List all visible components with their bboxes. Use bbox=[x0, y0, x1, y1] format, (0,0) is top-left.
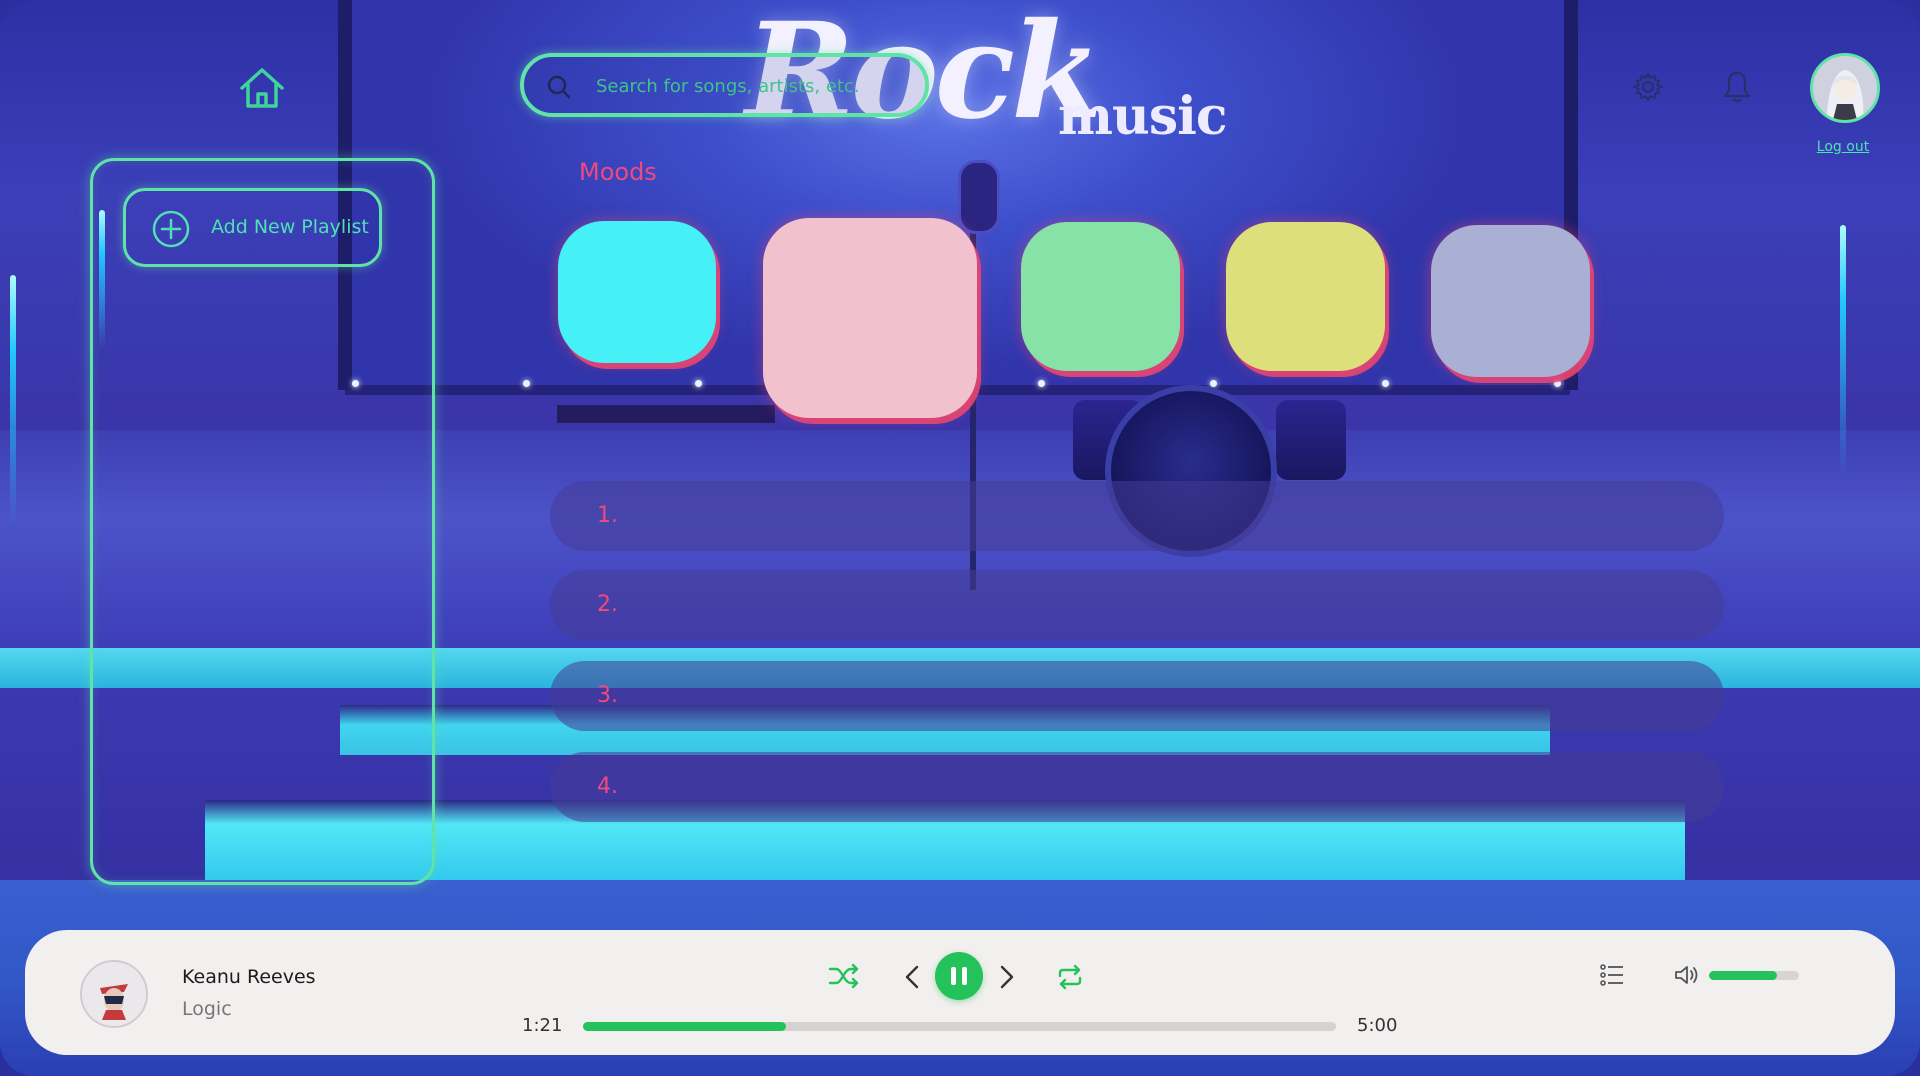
firework-spark bbox=[1840, 225, 1846, 475]
volume-icon[interactable] bbox=[1674, 964, 1700, 986]
stage-light bbox=[1382, 380, 1389, 387]
add-playlist-button[interactable]: Add New Playlist bbox=[123, 188, 382, 267]
list-item-number: 3. bbox=[597, 683, 618, 708]
volume-fill bbox=[1709, 971, 1777, 980]
keyboard-stand bbox=[557, 405, 775, 423]
list-item-number: 4. bbox=[597, 774, 618, 799]
microphone bbox=[958, 160, 1000, 234]
list-item-number: 2. bbox=[597, 592, 618, 617]
drum-tom bbox=[1276, 400, 1346, 480]
list-item[interactable]: 1. bbox=[550, 481, 1724, 551]
list-item[interactable]: 2. bbox=[550, 570, 1724, 640]
progress-bar[interactable] bbox=[583, 1022, 1336, 1031]
elapsed-time: 1:21 bbox=[522, 1015, 563, 1036]
logo-music: music bbox=[1058, 86, 1228, 147]
pause-icon bbox=[962, 967, 967, 985]
now-playing-artist: Keanu Reeves bbox=[182, 966, 316, 988]
home-icon bbox=[240, 68, 284, 108]
mood-tile-pink[interactable] bbox=[763, 218, 977, 418]
repeat-icon[interactable] bbox=[1056, 964, 1084, 990]
stage-light bbox=[1210, 380, 1217, 387]
volume-slider[interactable] bbox=[1709, 971, 1799, 980]
album-cover bbox=[80, 960, 148, 1028]
shuffle-icon[interactable] bbox=[828, 963, 860, 989]
list-item[interactable]: 3. bbox=[550, 661, 1724, 731]
search-bar[interactable] bbox=[520, 53, 929, 117]
user-avatar[interactable] bbox=[1810, 53, 1880, 123]
sidebar-panel bbox=[90, 158, 435, 885]
plus-circle-icon bbox=[152, 210, 190, 248]
firework-spark bbox=[10, 275, 16, 525]
album-art-image bbox=[82, 962, 146, 1026]
search-icon bbox=[547, 75, 571, 99]
mood-tile-lavender[interactable] bbox=[1431, 225, 1590, 377]
progress-fill bbox=[583, 1022, 787, 1031]
logout-link[interactable]: Log out bbox=[1805, 139, 1881, 155]
add-playlist-label: Add New Playlist bbox=[211, 216, 369, 238]
track-duration: 5:00 bbox=[1357, 1015, 1398, 1036]
pause-icon bbox=[951, 967, 956, 985]
moods-title: Moods bbox=[579, 158, 657, 186]
pause-button[interactable] bbox=[935, 952, 983, 1000]
now-playing-track: Logic bbox=[182, 998, 232, 1020]
gear-icon[interactable] bbox=[1633, 72, 1663, 102]
mood-tile-green[interactable] bbox=[1021, 222, 1180, 371]
list-item-number: 1. bbox=[597, 503, 618, 528]
avatar-image bbox=[1813, 56, 1877, 120]
list-item[interactable]: 4. bbox=[550, 752, 1724, 822]
chevron-left-icon[interactable] bbox=[904, 964, 920, 990]
stage-light bbox=[1554, 380, 1561, 387]
chevron-right-icon[interactable] bbox=[999, 964, 1015, 990]
stage-light bbox=[1038, 380, 1045, 387]
bell-icon[interactable] bbox=[1722, 70, 1752, 104]
search-input[interactable] bbox=[594, 67, 918, 105]
mood-tile-yellow[interactable] bbox=[1226, 222, 1385, 371]
stage-light bbox=[523, 380, 530, 387]
queue-list-icon[interactable] bbox=[1600, 963, 1624, 987]
stage-light bbox=[695, 380, 702, 387]
home-button[interactable] bbox=[238, 66, 286, 110]
mood-tile-cyan[interactable] bbox=[558, 221, 716, 363]
